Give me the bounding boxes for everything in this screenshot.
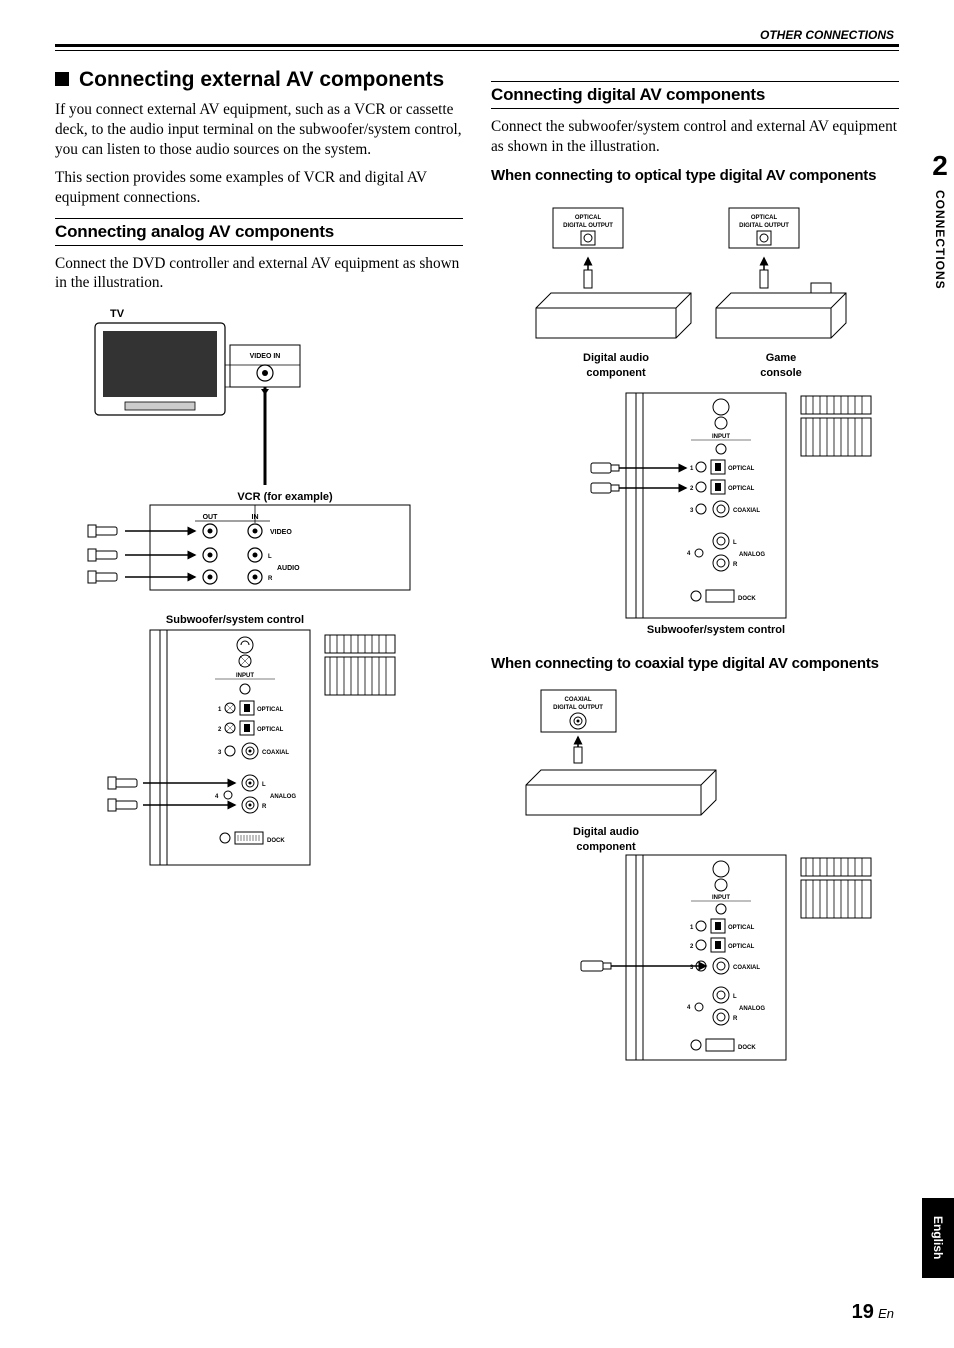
svg-text:COAXIAL: COAXIAL	[733, 508, 760, 514]
paragraph: Connect the DVD controller and external …	[55, 254, 463, 294]
svg-text:INPUT: INPUT	[712, 895, 730, 901]
paragraph: If you connect external AV equipment, su…	[55, 100, 463, 160]
svg-text:ANALOG: ANALOG	[270, 794, 296, 800]
svg-text:OPTICAL: OPTICAL	[728, 466, 755, 472]
page-number: 19 En	[852, 1301, 894, 1324]
label-audio: AUDIO	[277, 565, 300, 572]
label-r: R	[268, 576, 273, 582]
right-column: Connecting digital AV components Connect…	[491, 61, 899, 1082]
heading-main: Connecting external AV components	[79, 67, 444, 92]
heading-sub2: When connecting to coaxial type digital …	[491, 655, 899, 674]
svg-text:ANALOG: ANALOG	[739, 1006, 765, 1012]
label-game: Game	[766, 352, 797, 364]
label-input: INPUT	[236, 673, 254, 679]
label-l: L	[268, 554, 272, 560]
label-tv: TV	[110, 308, 125, 320]
bullet-square-icon	[55, 72, 69, 86]
running-header: OTHER CONNECTIONS	[760, 28, 894, 42]
svg-text:DOCK: DOCK	[267, 838, 285, 844]
label-subwoofer: Subwoofer/system control	[166, 614, 304, 626]
chapter-number: 2	[926, 150, 954, 182]
svg-text:L: L	[733, 994, 737, 1000]
svg-text:OPTICAL: OPTICAL	[728, 486, 755, 492]
svg-text:L: L	[262, 782, 266, 788]
label-vcr: VCR (for example)	[237, 491, 333, 503]
svg-text:COAXIAL: COAXIAL	[262, 750, 289, 756]
rule-heavy	[55, 44, 899, 47]
svg-text:DIGITAL OUTPUT: DIGITAL OUTPUT	[563, 223, 613, 229]
chapter-tab: 2 CONNECTIONS	[926, 150, 954, 290]
svg-text:OPTICAL: OPTICAL	[257, 707, 284, 713]
svg-text:Digital audio: Digital audio	[573, 826, 639, 838]
svg-text:DIGITAL OUTPUT: DIGITAL OUTPUT	[553, 705, 603, 711]
label-dac: Digital audio	[583, 352, 649, 364]
svg-text:OPTICAL: OPTICAL	[575, 215, 602, 221]
svg-text:component: component	[586, 367, 646, 379]
label-video: VIDEO	[270, 529, 292, 536]
heading-sub: Connecting analog AV components	[55, 218, 463, 246]
language-tab: English	[922, 1198, 954, 1278]
label-video-in: VIDEO IN	[250, 353, 281, 360]
label-subwoofer: Subwoofer/system control	[647, 624, 785, 636]
svg-text:OPTICAL: OPTICAL	[728, 944, 755, 950]
paragraph: This section provides some examples of V…	[55, 168, 463, 208]
paragraph: Connect the subwoofer/system control and…	[491, 117, 899, 157]
heading-sub2: When connecting to optical type digital …	[491, 167, 899, 186]
svg-text:OPTICAL: OPTICAL	[257, 727, 284, 733]
left-column: Connecting external AV components If you…	[55, 61, 463, 1082]
diagram-optical: OPTICAL DIGITAL OUTPUT Digital audio com…	[491, 198, 899, 643]
svg-text:INPUT: INPUT	[712, 434, 730, 440]
diagram-coaxial: COAXIAL DIGITAL OUTPUT Digital audio com…	[491, 685, 899, 1070]
svg-text:COAXIAL: COAXIAL	[565, 697, 592, 703]
rule-thin	[55, 50, 899, 51]
svg-text:DOCK: DOCK	[738, 596, 756, 602]
svg-text:COAXIAL: COAXIAL	[733, 965, 760, 971]
heading-sub: Connecting digital AV components	[491, 81, 899, 109]
svg-text:R: R	[262, 804, 267, 810]
svg-text:DIGITAL OUTPUT: DIGITAL OUTPUT	[739, 223, 789, 229]
chapter-label: CONNECTIONS	[933, 190, 947, 290]
label-out: OUT	[203, 514, 219, 521]
svg-text:R: R	[733, 1016, 738, 1022]
svg-text:DOCK: DOCK	[738, 1045, 756, 1051]
svg-text:ANALOG: ANALOG	[739, 552, 765, 558]
svg-text:OPTICAL: OPTICAL	[728, 925, 755, 931]
svg-text:OPTICAL: OPTICAL	[751, 215, 778, 221]
diagram-analog: TV VIDEO IN VCR (for example)	[55, 305, 463, 880]
svg-text:component: component	[576, 841, 636, 853]
svg-text:console: console	[760, 367, 802, 379]
svg-text:R: R	[733, 562, 738, 568]
svg-text:L: L	[733, 540, 737, 546]
